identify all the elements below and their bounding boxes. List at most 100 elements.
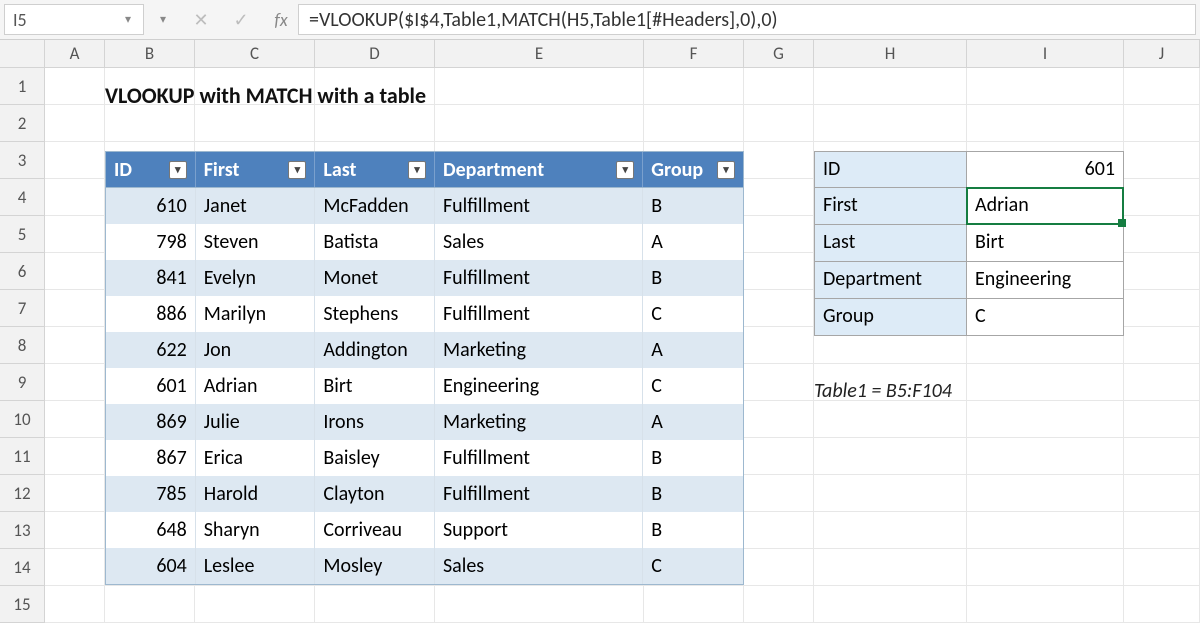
cancel-icon[interactable]: ✕: [190, 9, 212, 31]
cell[interactable]: [45, 327, 105, 364]
column-header-h[interactable]: H: [814, 40, 967, 67]
row-header-4[interactable]: 4: [0, 179, 45, 216]
table-cell[interactable]: A: [643, 404, 743, 440]
table-cell[interactable]: A: [643, 332, 743, 368]
cell[interactable]: [967, 586, 1124, 623]
table-cell[interactable]: 785: [106, 476, 196, 512]
table-row[interactable]: 841EvelynMonetFulfillmentB: [106, 260, 743, 296]
row-header-8[interactable]: 8: [0, 327, 45, 364]
cell[interactable]: [315, 586, 435, 623]
column-header-c[interactable]: C: [195, 40, 315, 67]
table-cell[interactable]: Stephens: [315, 296, 435, 332]
cell[interactable]: [744, 142, 814, 179]
cell[interactable]: [1124, 179, 1200, 216]
cell[interactable]: [967, 68, 1124, 105]
table-cell[interactable]: Harold: [196, 476, 316, 512]
table-cell[interactable]: 648: [106, 512, 196, 548]
cell[interactable]: [45, 586, 105, 623]
table-cell[interactable]: Janet: [196, 188, 316, 224]
table-cell[interactable]: Addington: [315, 332, 435, 368]
row-header-12[interactable]: 12: [0, 475, 45, 512]
cell[interactable]: [814, 438, 967, 475]
cell[interactable]: [1124, 216, 1200, 253]
table-cell[interactable]: Sharyn: [196, 512, 316, 548]
cell[interactable]: [1124, 586, 1200, 623]
cell[interactable]: [644, 68, 744, 105]
cell[interactable]: [744, 364, 814, 401]
table-cell[interactable]: Leslee: [196, 548, 316, 584]
enter-icon[interactable]: ✓: [230, 9, 252, 31]
cell[interactable]: [1124, 142, 1200, 179]
cell[interactable]: [1124, 68, 1200, 105]
table-cell[interactable]: Support: [435, 512, 643, 548]
table-cell[interactable]: Fulfillment: [435, 476, 643, 512]
table-cell[interactable]: 886: [106, 296, 196, 332]
table-cell[interactable]: Sales: [435, 548, 643, 584]
table-cell[interactable]: Monet: [315, 260, 435, 296]
table-cell[interactable]: Baisley: [315, 440, 435, 476]
column-header-a[interactable]: A: [45, 40, 105, 67]
table-cell[interactable]: 798: [106, 224, 196, 260]
table-cell[interactable]: B: [643, 512, 743, 548]
cell[interactable]: [744, 179, 814, 216]
cell[interactable]: [744, 216, 814, 253]
table-cell[interactable]: Marilyn: [196, 296, 316, 332]
table-row[interactable]: 867EricaBaisleyFulfillmentB: [106, 440, 743, 476]
name-box[interactable]: I5 ▾: [4, 4, 144, 35]
cell[interactable]: [644, 105, 744, 142]
table-cell[interactable]: 841: [106, 260, 196, 296]
cell[interactable]: [744, 586, 814, 623]
table-row[interactable]: 648SharynCorriveauSupportB: [106, 512, 743, 548]
cell[interactable]: [45, 438, 105, 475]
expand-formula-icon[interactable]: ▾: [154, 12, 172, 27]
column-header-b[interactable]: B: [105, 40, 195, 67]
row-header-1[interactable]: 1: [0, 68, 45, 105]
row-header-7[interactable]: 7: [0, 290, 45, 327]
table-cell[interactable]: B: [643, 440, 743, 476]
table-header-id[interactable]: ID▾: [106, 152, 196, 187]
row-header-14[interactable]: 14: [0, 549, 45, 586]
table-cell[interactable]: Clayton: [315, 476, 435, 512]
lookup-value-department[interactable]: Engineering: [967, 262, 1124, 299]
column-header-i[interactable]: I: [967, 40, 1124, 67]
table-cell[interactable]: Evelyn: [196, 260, 316, 296]
cell[interactable]: [744, 68, 814, 105]
row-header-9[interactable]: 9: [0, 364, 45, 401]
row-header-3[interactable]: 3: [0, 142, 45, 179]
cell[interactable]: [814, 549, 967, 586]
table-cell[interactable]: B: [643, 260, 743, 296]
lookup-value-id[interactable]: 601: [967, 151, 1124, 188]
filter-dropdown-icon[interactable]: ▾: [288, 161, 306, 179]
cell[interactable]: [744, 253, 814, 290]
table-cell[interactable]: 601: [106, 368, 196, 404]
row-header-15[interactable]: 15: [0, 586, 45, 623]
table-row[interactable]: 798StevenBatistaSalesA: [106, 224, 743, 260]
row-header-2[interactable]: 2: [0, 105, 45, 142]
lookup-key-first[interactable]: First: [814, 188, 967, 225]
cell[interactable]: [45, 142, 105, 179]
cell[interactable]: [814, 512, 967, 549]
column-header-j[interactable]: J: [1124, 40, 1200, 67]
table-cell[interactable]: Fulfillment: [435, 296, 643, 332]
cell[interactable]: [814, 475, 967, 512]
table-row[interactable]: 869JulieIronsMarketingA: [106, 404, 743, 440]
filter-dropdown-icon[interactable]: ▾: [169, 161, 187, 179]
cell[interactable]: [967, 475, 1124, 512]
cell[interactable]: [45, 253, 105, 290]
cell[interactable]: [195, 586, 315, 623]
table-cell[interactable]: Irons: [315, 404, 435, 440]
cell[interactable]: [744, 290, 814, 327]
column-header-f[interactable]: F: [644, 40, 744, 67]
cell[interactable]: [814, 105, 967, 142]
table-row[interactable]: 610JanetMcFaddenFulfillmentB: [106, 188, 743, 224]
row-header-10[interactable]: 10: [0, 401, 45, 438]
cell[interactable]: [1124, 364, 1200, 401]
cell[interactable]: [967, 512, 1124, 549]
table-cell[interactable]: Corriveau: [315, 512, 435, 548]
fx-icon[interactable]: fx: [270, 9, 292, 31]
row-header-11[interactable]: 11: [0, 438, 45, 475]
table-cell[interactable]: B: [643, 476, 743, 512]
table-header-department[interactable]: Department▾: [435, 152, 643, 187]
table-row[interactable]: 604LesleeMosleySalesC: [106, 548, 743, 584]
formula-input[interactable]: =VLOOKUP($I$4,Table1,MATCH(H5,Table1[#He…: [298, 4, 1196, 35]
